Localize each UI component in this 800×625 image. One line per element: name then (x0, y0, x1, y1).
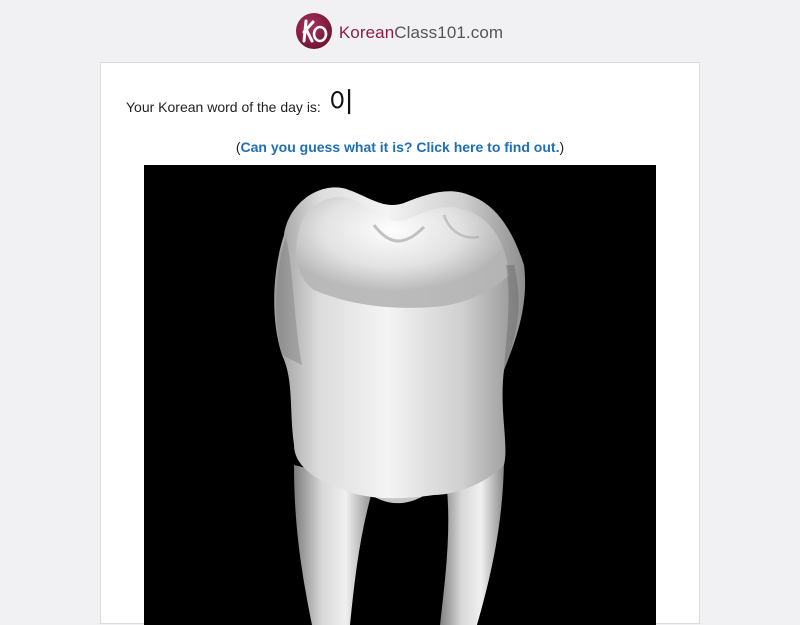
guess-prompt: (Can you guess what it is? Click here to… (101, 139, 699, 155)
logo-domain: Class101.com (394, 22, 504, 42)
logo-text: KoreanClass101.com (339, 24, 503, 41)
tooth-image (144, 165, 656, 625)
site-logo[interactable]: KoreanClass101.com (295, 12, 503, 50)
tooth-illustration (274, 187, 526, 625)
koreanclass-logo-icon (295, 13, 332, 49)
site-header: KoreanClass101.com (0, 0, 800, 62)
logo-brand: Korean (338, 22, 395, 42)
word-of-day-line: Your Korean word of the day is: 이 (126, 81, 354, 120)
guess-close-paren: ) (559, 139, 565, 155)
word-of-day-word: 이 (328, 88, 354, 119)
guess-link[interactable]: Can you guess what it is? Click here to … (241, 139, 560, 155)
word-of-day-label: Your Korean word of the day is: (126, 99, 321, 115)
word-of-day-card: Your Korean word of the day is: 이 (Can y… (100, 62, 700, 625)
